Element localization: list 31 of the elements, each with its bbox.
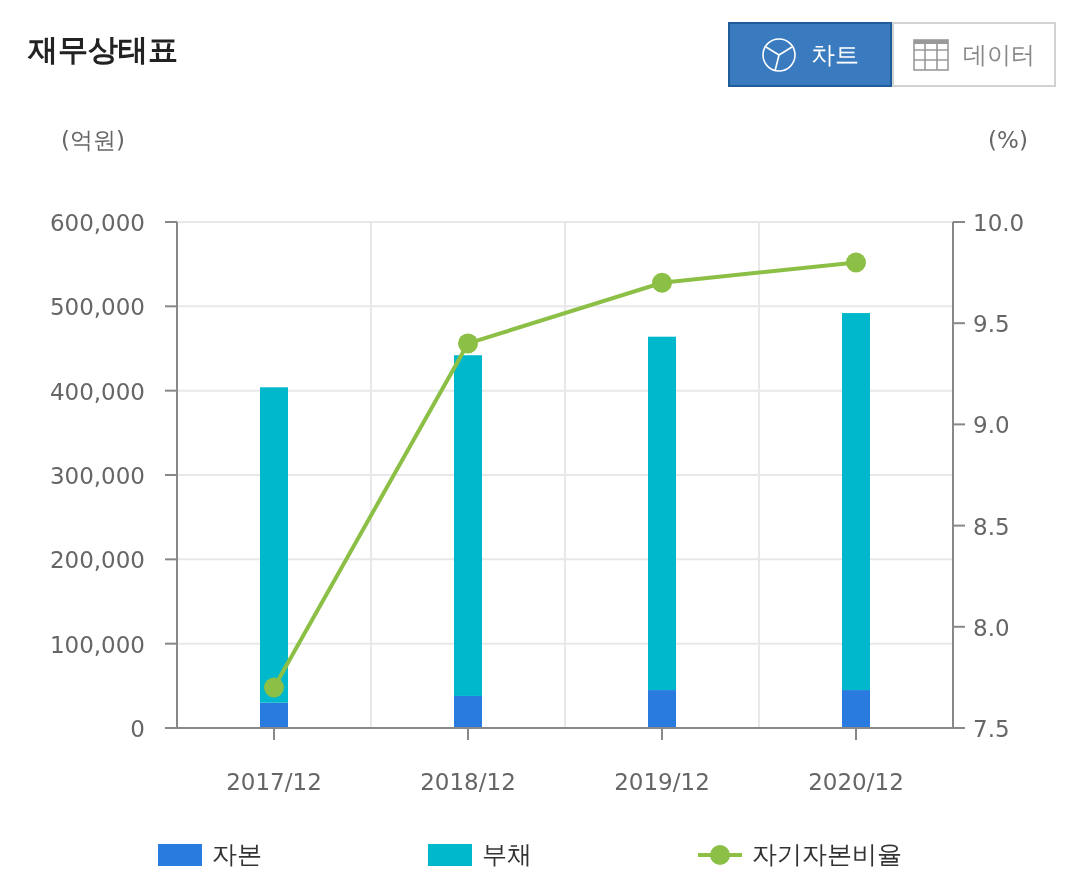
axis-tick-label: 2018/12 (420, 769, 516, 795)
pie-chart-icon (761, 36, 797, 73)
data-point (652, 272, 672, 293)
axis-tick-label: 300,000 (49, 463, 145, 489)
legend-label: 자기자본비율 (752, 839, 902, 871)
data-point (264, 677, 284, 698)
axis-tick-label: 10.0 (973, 210, 1025, 236)
axis-tick-label: 9.5 (973, 311, 1010, 338)
axis-tick-label: 600,000 (49, 210, 145, 236)
view-toggle-button[interactable]: 데이터 (892, 22, 1056, 87)
axis-tick-label: 2019/12 (614, 769, 710, 795)
axis-tick-label: 2020/12 (808, 769, 904, 795)
view-toggle-button[interactable]: 차트 (728, 22, 892, 87)
data-point (458, 333, 478, 354)
legend-label: 부채 (482, 839, 532, 871)
section-title: 재무상태표 (28, 31, 178, 69)
data-point (846, 252, 866, 273)
axis-tick-label: 9.0 (973, 412, 1010, 439)
axis-tick-label: 100,000 (49, 631, 145, 658)
axis-tick-label: 0 (130, 716, 145, 742)
axis-tick-label: 8.5 (973, 513, 1010, 540)
axis-tick-label: 200,000 (49, 547, 145, 574)
legend-label: 자본 (212, 839, 262, 871)
axis-unit-label: (%) (988, 127, 1028, 153)
axis-tick-label: 7.5 (973, 716, 1010, 742)
axis-unit-label: (억원) (61, 127, 125, 153)
table-grid-icon (913, 38, 949, 71)
axis-tick-label: 8.0 (973, 614, 1010, 641)
axis-tick-label: 400,000 (49, 378, 145, 405)
axis-tick-label: 2017/12 (226, 769, 322, 795)
axis-tick-label: 500,000 (49, 294, 145, 321)
